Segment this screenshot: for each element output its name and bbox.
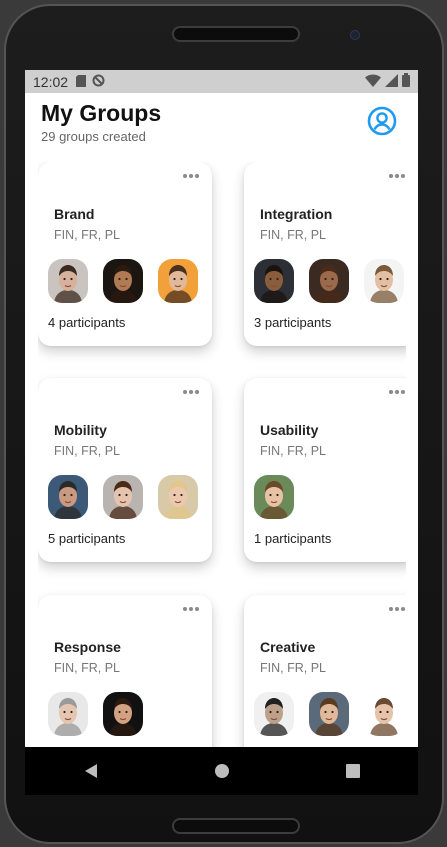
group-languages: FIN, FR, PL (54, 661, 120, 675)
avatar[interactable] (309, 692, 349, 736)
app-screen: 12:02 My Groups 29 groups created Brand … (25, 70, 418, 794)
status-bar: 12:02 (25, 70, 418, 93)
more-horizontal-icon (389, 174, 405, 178)
more-horizontal-icon (389, 607, 405, 611)
avatar[interactable] (309, 259, 349, 303)
page-title: My Groups (41, 100, 162, 126)
avatar[interactable] (254, 475, 294, 519)
page-header: My Groups 29 groups created (41, 100, 402, 150)
avatar[interactable] (103, 475, 143, 519)
group-languages: FIN, FR, PL (260, 228, 326, 242)
group-card[interactable]: Response FIN, FR, PL (38, 595, 212, 747)
sd-card-icon (76, 74, 87, 90)
user-circle-icon (367, 106, 397, 136)
more-horizontal-icon (183, 174, 199, 178)
participants-count: 5 participants (48, 531, 126, 546)
back-button[interactable] (76, 756, 106, 786)
recents-square-icon (345, 764, 360, 778)
group-card[interactable]: Creative FIN, FR, PL (244, 595, 406, 747)
group-name: Creative (260, 639, 316, 655)
group-name: Mobility (54, 422, 107, 438)
front-camera (350, 30, 360, 40)
avatar[interactable] (254, 692, 294, 736)
more-options-button[interactable] (388, 382, 406, 400)
participants-count: 4 participants (48, 315, 126, 330)
avatar[interactable] (48, 259, 88, 303)
group-card[interactable]: Integration FIN, FR, PL 3 participants (244, 162, 406, 346)
group-name: Brand (54, 206, 95, 222)
group-languages: FIN, FR, PL (260, 661, 326, 675)
more-horizontal-icon (183, 390, 199, 394)
avatar[interactable] (103, 692, 143, 736)
group-name: Usability (260, 422, 319, 438)
group-card[interactable]: Mobility FIN, FR, PL 5 participants (38, 378, 212, 562)
avatar[interactable] (364, 692, 404, 736)
more-options-button[interactable] (182, 166, 200, 184)
battery-icon (402, 73, 410, 90)
avatar[interactable] (158, 475, 198, 519)
more-options-button[interactable] (388, 166, 406, 184)
groups-count: 29 groups created (41, 129, 146, 144)
groups-grid: Brand FIN, FR, PL 4 participants Integratio… (38, 162, 406, 747)
group-languages: FIN, FR, PL (54, 228, 120, 242)
more-options-button[interactable] (182, 599, 200, 617)
more-options-button[interactable] (182, 382, 200, 400)
avatar[interactable] (48, 475, 88, 519)
avatar[interactable] (254, 259, 294, 303)
back-triangle-icon (84, 764, 97, 778)
group-name: Integration (260, 206, 333, 222)
more-horizontal-icon (183, 607, 199, 611)
earpiece-speaker (172, 26, 300, 42)
avatar[interactable] (364, 259, 404, 303)
wifi-icon (365, 74, 381, 90)
participant-avatars (48, 259, 198, 303)
participant-avatars (254, 259, 404, 303)
group-card[interactable]: Brand FIN, FR, PL 4 participants (38, 162, 212, 346)
status-indicators (365, 73, 410, 90)
avatar[interactable] (103, 259, 143, 303)
group-card[interactable]: Usability FIN, FR, PL 1 participants (244, 378, 406, 562)
participants-count: 1 participants (254, 531, 332, 546)
group-name: Response (54, 639, 121, 655)
participants-count: 3 participants (254, 315, 332, 330)
more-options-button[interactable] (388, 599, 406, 617)
android-nav-bar (25, 747, 418, 795)
participant-avatars (48, 692, 143, 736)
avatar[interactable] (158, 259, 198, 303)
more-horizontal-icon (389, 390, 405, 394)
profile-button[interactable] (367, 106, 397, 136)
avatar[interactable] (48, 692, 88, 736)
home-circle-icon (214, 764, 229, 778)
status-time: 12:02 (33, 73, 69, 90)
group-languages: FIN, FR, PL (260, 444, 326, 458)
recents-button[interactable] (338, 756, 368, 786)
signal-icon (385, 73, 398, 90)
sync-icon (92, 74, 105, 90)
participant-avatars (254, 692, 404, 736)
group-languages: FIN, FR, PL (54, 444, 120, 458)
participant-avatars (48, 475, 198, 519)
bottom-speaker (172, 818, 300, 834)
participant-avatars (254, 475, 294, 519)
home-button[interactable] (207, 756, 237, 786)
